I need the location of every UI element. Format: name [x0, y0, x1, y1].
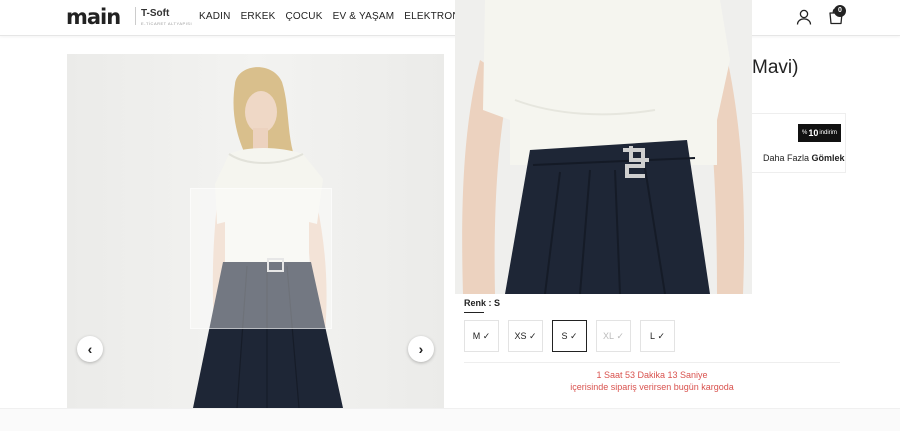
logo-divider	[135, 7, 136, 25]
user-icon[interactable]	[795, 8, 813, 26]
gallery-next-button[interactable]: ›	[408, 336, 434, 362]
countdown-message: içerisinde sipariş verirsen bugün kargod…	[570, 382, 734, 392]
zoomed-product-photo	[455, 0, 752, 294]
shipping-countdown: 1 Saat 53 Dakika 13 Saniye içerisinde si…	[464, 369, 840, 393]
zoom-preview	[455, 0, 752, 294]
section-divider	[464, 362, 840, 363]
site-header: main T-Soft E-TİCARET ALTYAPISI KADIN ER…	[0, 0, 900, 36]
more-category-link[interactable]: Daha Fazla Gömlek	[763, 153, 845, 163]
chevron-left-icon: ‹	[87, 341, 93, 357]
nav-item-erkek[interactable]: ERKEK	[241, 11, 276, 22]
site-logo[interactable]: main	[66, 5, 121, 29]
color-label: Renk : S	[464, 298, 501, 308]
bottom-bar	[0, 408, 900, 431]
size-option-l[interactable]: L ✓	[640, 320, 675, 352]
nav-item-kadin[interactable]: KADIN	[199, 11, 231, 22]
chevron-right-icon: ›	[418, 341, 424, 357]
product-title: Mavi)	[752, 57, 799, 78]
cart-count-badge: 0	[834, 5, 846, 17]
size-option-m[interactable]: M ✓	[464, 320, 499, 352]
brand-tagline: E-TİCARET ALTYAPISI	[141, 21, 193, 26]
size-selector: M ✓ XS ✓ S ✓ XL ✓ L ✓	[464, 320, 684, 352]
discount-badge: % 10 indirim	[798, 124, 841, 142]
size-option-xl[interactable]: XL ✓	[596, 320, 631, 352]
main-nav: KADIN ERKEK ÇOCUK EV & YAŞAM ELEKTRONİK …	[199, 11, 496, 22]
size-option-xs[interactable]: XS ✓	[508, 320, 543, 352]
nav-item-ev-yasam[interactable]: EV & YAŞAM	[333, 11, 395, 22]
zoom-lens	[190, 188, 332, 329]
color-label-underline	[464, 312, 484, 313]
logo-text: main	[66, 5, 121, 29]
countdown-timer: 1 Saat 53 Dakika 13 Saniye	[596, 370, 708, 380]
gallery-prev-button[interactable]: ‹	[77, 336, 103, 362]
product-image-gallery[interactable]	[67, 54, 444, 408]
nav-item-cocuk[interactable]: ÇOCUK	[285, 11, 322, 22]
size-option-s[interactable]: S ✓	[552, 320, 587, 352]
brand-name: T-Soft	[141, 8, 170, 19]
promo-box	[752, 113, 846, 173]
